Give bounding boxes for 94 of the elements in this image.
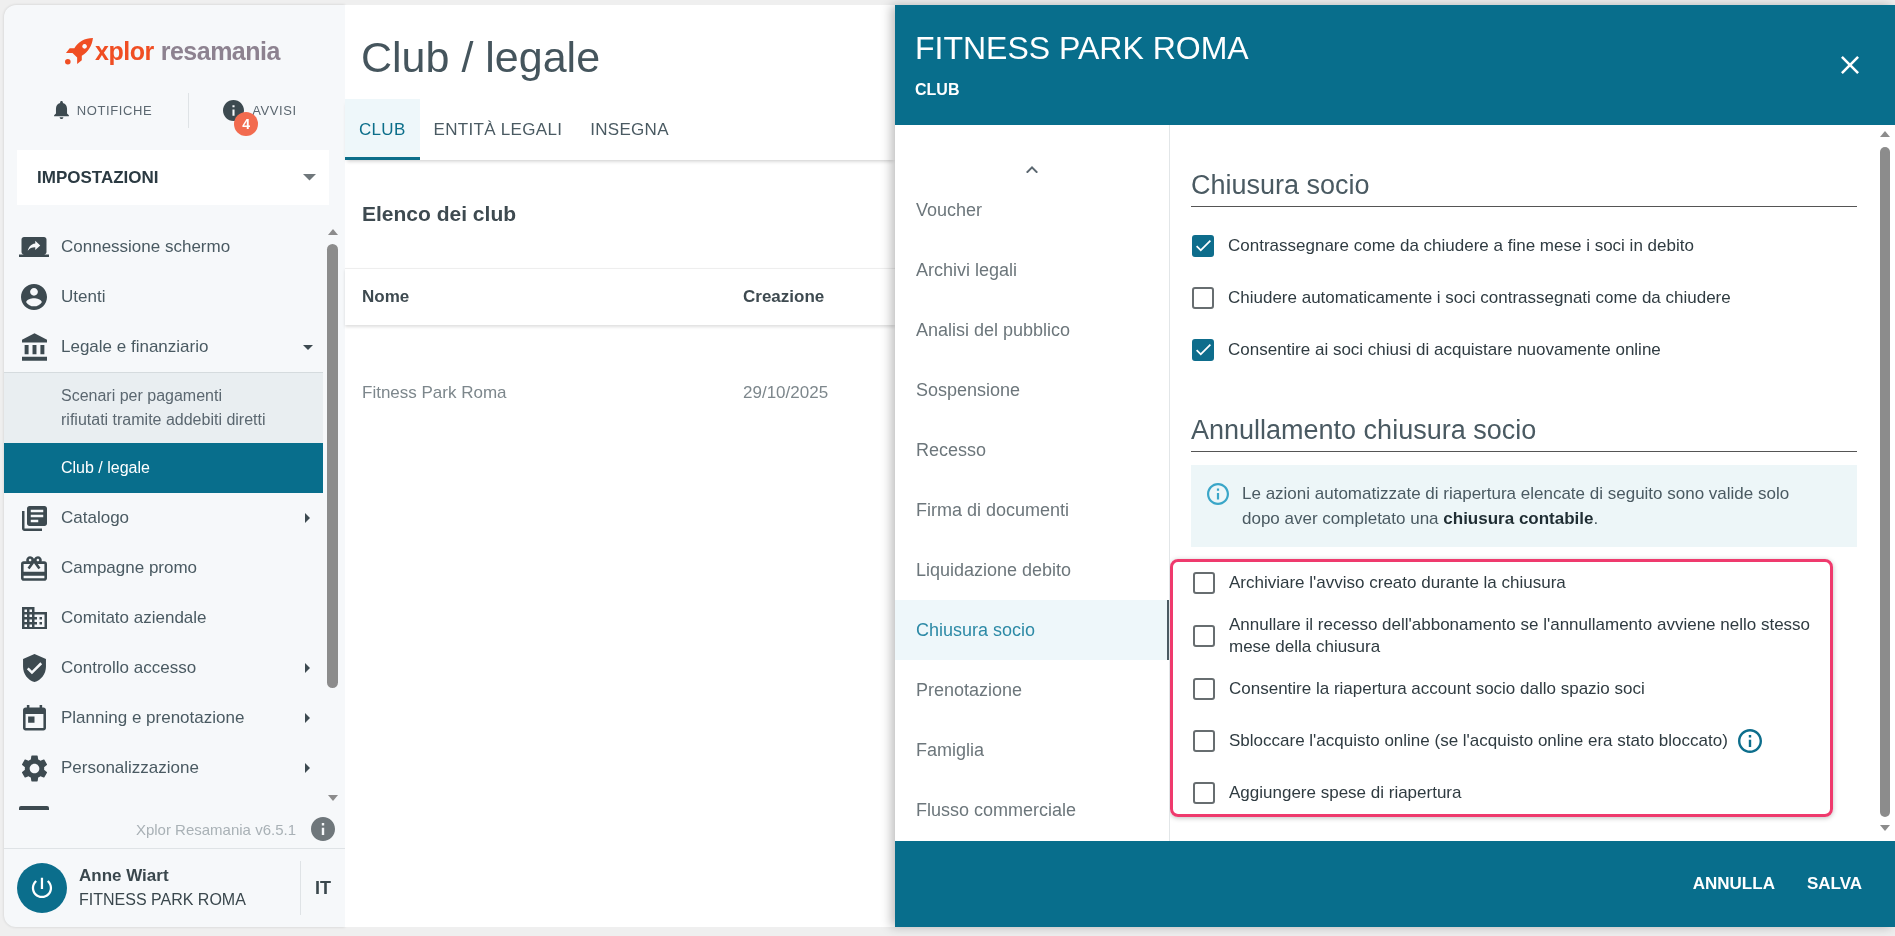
list-title: Elenco dei club [362,202,517,226]
user-icon [21,284,47,310]
tab[interactable]: INSEGNA [576,99,683,160]
menu-item[interactable]: Controllo accesso [4,643,323,693]
note-text: Le azioni automatizzate di riapertura elencate di seguito sono valide solo dopo aver completato una chiusura contabile. [1242,483,1791,530]
scrollbar-thumb[interactable] [327,244,338,688]
menu-item[interactable]: Utenti [4,272,323,322]
column-header[interactable]: Creazione [743,287,825,307]
nav-item[interactable]: Famiglia [895,720,1169,780]
checkbox[interactable] [1193,678,1215,700]
menu-item[interactable]: Comitato aziendale [4,593,323,643]
option-label: Chiudere automaticamente i soci contrassegnati come da chiudere [1228,287,1731,309]
chevron-up-icon [1026,166,1038,174]
table-cell: Fitness Park Roma [362,382,507,403]
user-club: FITNESS PARK ROMA [79,890,246,910]
section-select[interactable]: IMPOSTAZIONI [17,150,329,205]
checkbox[interactable] [1193,782,1215,804]
caret-icon [305,713,310,723]
menu-item[interactable]: Campagne promo [4,543,323,593]
option-label: Sbloccare l'acquisto online (se l'acquisto online era stato bloccato) [1229,730,1728,752]
option-label: Archiviare l'avviso creato durante la chiusura [1229,572,1566,594]
language-button[interactable]: IT [315,877,331,899]
nav-item[interactable]: Archivi legali [895,240,1169,300]
gift-icon [21,555,47,581]
option-label: Consentire la riapertura account socio dallo spazio soci [1229,678,1645,700]
action-button[interactable]: ANNULLA [1676,864,1791,904]
gear-icon [21,754,47,782]
section-title: Annullamento chiusura socio [1191,414,1537,447]
building-icon [21,606,47,630]
notifications-button[interactable]: NOTIFICHE [53,101,153,119]
section-title: Chiusura socio [1191,169,1370,202]
nav-item[interactable]: Voucher [895,180,1169,240]
checkbox[interactable] [1193,572,1215,594]
option-label: Contrassegnare come da chiudere a fine mese i soci in debito [1228,235,1694,257]
screen-share-icon [19,237,49,257]
table-cell: 29/10/2025 [743,382,829,403]
page-title: Club / legale [361,33,601,81]
arrow-up-icon[interactable] [328,229,338,235]
panel-title: FITNESS PARK ROMA [915,30,1249,66]
column-header[interactable]: Nome [362,287,410,307]
checkbox[interactable] [1193,730,1215,752]
submenu-item[interactable]: Club / legale [4,443,323,493]
arrow-down-icon[interactable] [1880,825,1890,831]
check-icon [1195,344,1211,356]
tab[interactable]: ENTITÀ LEGALI [419,99,577,160]
nav-item[interactable]: Firma di documenti [895,480,1169,540]
books-icon [21,505,47,531]
checkbox[interactable] [1192,339,1214,361]
arrow-up-icon[interactable] [1880,131,1890,137]
bank-icon [21,333,47,361]
nav-item[interactable]: Sospensione [895,360,1169,420]
action-button[interactable]: SALVA [1790,864,1878,904]
option-label: Consentire ai soci chiusi di acquistare nuovamente online [1228,339,1661,361]
nav-item[interactable]: Recesso [895,420,1169,480]
checkbox[interactable] [1193,625,1215,647]
dropdown-caret-icon [303,174,316,181]
tab[interactable]: CLUB [345,99,420,160]
menu-item[interactable]: Planning e prenotazione [4,693,323,743]
nav-item[interactable]: Prenotazione [895,660,1169,720]
info-icon[interactable] [1737,729,1762,753]
nav-item[interactable]: Flusso commerciale [895,780,1169,840]
checkbox[interactable] [1192,287,1214,309]
caret-icon [305,763,310,773]
info-icon[interactable] [311,817,335,841]
menu-item[interactable]: Personalizzazione [4,743,323,793]
checkbox[interactable] [1192,235,1214,257]
check-icon [1195,240,1211,252]
close-icon [1841,56,1859,74]
calendar-icon [22,705,46,731]
caret-icon [305,513,310,523]
nav-item[interactable]: Liquidazione debito [895,540,1169,600]
nav-item[interactable]: Chiusura socio [895,600,1169,660]
menu-item[interactable]: Catalogo [4,493,323,543]
brand-name: xplor [95,37,154,66]
shield-check-icon [22,654,46,682]
product-name: resamania [160,37,280,66]
panel-subtitle: CLUB [915,80,960,100]
rocket-icon [65,38,94,65]
submenu-item[interactable]: Scenari per pagamenti rifiutati tramite addebiti diretti [4,373,323,443]
scrollbar-thumb[interactable] [1880,147,1890,817]
option-label: Aggiungere spese di riapertura [1229,782,1462,804]
user-name: Anne Wiart [79,866,169,886]
power-icon[interactable] [17,863,67,913]
caret-icon [303,344,313,350]
arrow-down-icon[interactable] [328,795,338,801]
option-label: Annullare il recesso dell'abbonamento se l'annullamento avviene nello stesso mese della chiusura [1229,614,1812,658]
menu-item[interactable]: Connessione schermo [4,222,323,272]
caret-icon [305,663,310,673]
close-button[interactable] [1841,56,1859,74]
nav-item[interactable]: Analisi del pubblico [895,300,1169,360]
bell-icon [53,101,69,119]
info-icon [1207,482,1229,505]
version-text: Xplor Resamania v6.5.1 [135,820,296,838]
scroll-up-button[interactable] [1026,166,1038,174]
